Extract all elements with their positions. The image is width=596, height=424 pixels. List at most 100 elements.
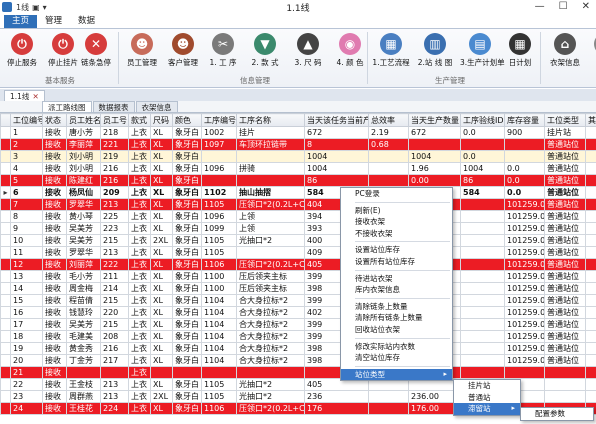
table-cell[interactable]: 上衣 [128, 246, 151, 259]
table-row[interactable]: 10 接收 吴美芳 215 上衣 2XL 象牙白 1105 光抽口*2 400 101259.0 普通… [0, 234, 596, 247]
table-cell[interactable]: 上衣 [128, 306, 151, 319]
table-cell[interactable] [368, 162, 409, 175]
table-cell[interactable] [585, 330, 596, 343]
table-cell[interactable] [544, 378, 586, 391]
table-cell[interactable] [504, 366, 545, 379]
table-cell[interactable]: XL [150, 306, 173, 319]
table-cell[interactable] [368, 150, 409, 163]
table-cell[interactable]: 李丽萍 [66, 138, 101, 151]
table-cell[interactable] [66, 366, 101, 379]
table-cell[interactable]: 4 [10, 162, 43, 175]
row-indicator[interactable] [0, 246, 11, 259]
row-indicator[interactable] [0, 198, 11, 211]
menu-item[interactable]: 回收站位衣架 [341, 324, 452, 336]
table-cell[interactable]: 象牙白 [172, 270, 202, 283]
table-cell[interactable] [236, 366, 305, 379]
table-cell[interactable]: 普通站位 [544, 306, 586, 319]
tab-data-report[interactable]: 数据报表 [92, 101, 135, 112]
row-indicator[interactable] [0, 354, 11, 367]
table-cell[interactable]: 周群燕 [66, 390, 101, 403]
table-cell[interactable]: 1104 [201, 318, 237, 331]
row-indicator[interactable] [0, 306, 11, 319]
table-cell[interactable]: 接收 [42, 294, 67, 307]
quick-access-label[interactable]: 1线 [16, 2, 29, 13]
table-cell[interactable]: 接收 [42, 378, 67, 391]
table-cell[interactable]: 上衣 [128, 150, 151, 163]
column-header[interactable]: 当天该任务当前产量 [304, 113, 369, 127]
table-cell[interactable] [100, 366, 129, 379]
row-indicator[interactable] [0, 162, 11, 175]
table-cell[interactable] [408, 138, 461, 151]
table-cell[interactable]: 208 [100, 330, 129, 343]
table-cell[interactable]: 象牙白 [172, 198, 202, 211]
table-cell[interactable] [460, 318, 505, 331]
table-cell[interactable]: XL [150, 246, 173, 259]
table-cell[interactable]: 7 [10, 198, 43, 211]
table-cell[interactable] [460, 306, 505, 319]
table-cell[interactable] [460, 246, 505, 259]
table-cell[interactable]: 9 [10, 222, 43, 235]
table-cell[interactable]: 3 [10, 150, 43, 163]
table-cell[interactable]: 上衣 [128, 390, 151, 403]
column-header[interactable]: 总效率 [368, 113, 409, 127]
menu-item[interactable]: 不接收衣架 [341, 228, 452, 240]
ribbon-tab-manage[interactable]: 管理 [37, 15, 70, 28]
column-header[interactable]: 工序编号 [201, 113, 237, 127]
table-cell[interactable]: XL [150, 330, 173, 343]
table-cell[interactable]: 0.0 [460, 126, 505, 139]
table-cell[interactable]: 1 [10, 126, 43, 139]
table-cell[interactable]: 6 [10, 186, 43, 199]
table-cell[interactable]: 101259.0 [504, 342, 545, 355]
table-cell[interactable]: 象牙白 [172, 390, 202, 403]
table-cell[interactable]: 光抽口*2 [236, 378, 305, 391]
table-cell[interactable] [368, 174, 409, 187]
table-cell[interactable] [150, 366, 173, 379]
table-cell[interactable]: 接收 [42, 234, 67, 247]
table-row[interactable]: 13 接收 毛小芳 211 上衣 XL 象牙白 1100 压后领夹主标 399 101259.0 普通… [0, 270, 596, 283]
table-cell[interactable]: 1104 [201, 342, 237, 355]
table-cell[interactable]: 刘丽萍 [66, 258, 101, 271]
table-cell[interactable]: 1002 [201, 126, 237, 139]
table-cell[interactable]: 接收 [42, 366, 67, 379]
table-cell[interactable]: 光抽口*2 [236, 234, 305, 247]
table-cell[interactable]: 黄小琴 [66, 210, 101, 223]
table-cell[interactable]: 接收 [42, 390, 67, 403]
ribbon-button-station-map[interactable]: ▥ 2.站 线 图 [415, 31, 455, 73]
table-cell[interactable]: 上衣 [128, 126, 151, 139]
table-cell[interactable]: 220 [100, 306, 129, 319]
table-cell[interactable] [585, 174, 596, 187]
table-cell[interactable]: 23 [10, 390, 43, 403]
ribbon-tab-home[interactable]: 主页 [4, 15, 38, 28]
table-cell[interactable] [460, 366, 505, 379]
table-cell[interactable]: 象牙白 [172, 318, 202, 331]
table-cell[interactable] [585, 162, 596, 175]
row-indicator[interactable] [0, 402, 11, 415]
table-cell[interactable]: 216 [100, 162, 129, 175]
row-indicator[interactable] [0, 390, 11, 403]
table-cell[interactable]: 王桂花 [66, 402, 101, 415]
table-cell[interactable] [585, 366, 596, 379]
table-cell[interactable]: 11 [10, 246, 43, 259]
table-cell[interactable]: 14 [10, 282, 43, 295]
table-cell[interactable]: 接收 [42, 318, 67, 331]
ribbon-button-process-scissors[interactable]: ✂ 1. 工 序 [203, 31, 243, 73]
table-cell[interactable]: 219 [100, 150, 129, 163]
table-cell[interactable]: 普通站位 [544, 258, 586, 271]
table-cell[interactable] [585, 342, 596, 355]
table-cell[interactable]: 吴美芳 [66, 234, 101, 247]
table-cell[interactable] [585, 258, 596, 271]
table-cell[interactable]: 吴美芳 [66, 222, 101, 235]
row-indicator[interactable] [0, 126, 11, 139]
table-cell[interactable]: 101259.0 [504, 282, 545, 295]
table-row[interactable]: 21 接收 上衣 [0, 366, 596, 379]
table-cell[interactable] [585, 234, 596, 247]
column-header[interactable]: 颜色 [172, 113, 202, 127]
menu-item[interactable]: 库内衣架信息 [341, 284, 452, 296]
table-cell[interactable]: 1.96 [408, 162, 461, 175]
table-cell[interactable]: 86 [304, 174, 369, 187]
table-row[interactable]: 15 接收 程苗倩 215 上衣 XL 象牙白 1104 合大身拉标*2 399 101259.0 普… [0, 294, 596, 307]
table-cell[interactable]: 接收 [42, 258, 67, 271]
table-cell[interactable]: 900 [504, 126, 545, 139]
table-cell[interactable]: 普通站位 [544, 330, 586, 343]
table-cell[interactable]: 上衣 [128, 294, 151, 307]
